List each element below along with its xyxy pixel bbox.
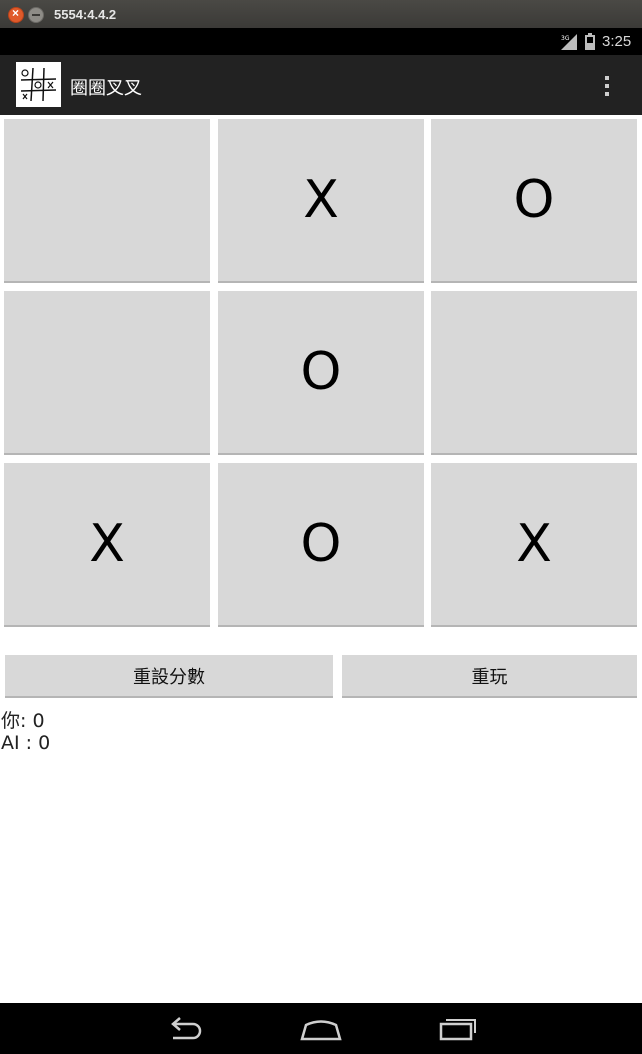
window-minimize-icon[interactable]	[28, 7, 44, 23]
board-cell-9[interactable]: X	[431, 463, 637, 627]
app-title: 圈圈叉叉	[70, 78, 142, 99]
board-cell-8[interactable]: O	[218, 463, 424, 627]
board-cell-7[interactable]: X	[4, 463, 210, 627]
board-cell-3[interactable]: O	[431, 119, 637, 283]
tic-tac-toe-icon[interactable]	[16, 62, 61, 107]
signal-3g-icon: 3G	[561, 34, 577, 50]
board-cell-4[interactable]	[4, 291, 210, 455]
back-icon[interactable]	[165, 1015, 205, 1043]
player-score: 你: 0	[1, 710, 45, 732]
emulator-titlebar: 5554:4.4.2	[0, 0, 642, 28]
window-close-icon[interactable]	[8, 6, 24, 23]
status-bar: 3G 3:25	[0, 28, 642, 55]
replay-button[interactable]: 重玩	[342, 655, 637, 698]
overflow-menu-icon[interactable]	[597, 72, 617, 100]
status-clock: 3:25	[602, 33, 632, 50]
navigation-bar	[0, 1003, 642, 1054]
reset-score-button[interactable]: 重設分數	[5, 655, 333, 698]
board-cell-5[interactable]: O	[218, 291, 424, 455]
board-cell-1[interactable]	[4, 119, 210, 283]
recents-icon[interactable]	[438, 1015, 478, 1043]
board-cell-2[interactable]: X	[218, 119, 424, 283]
battery-icon	[585, 33, 595, 50]
home-icon[interactable]	[300, 1015, 342, 1043]
action-bar: 圈圈叉叉	[0, 55, 642, 115]
board-cell-6[interactable]	[431, 291, 637, 455]
window-title: 5554:4.4.2	[54, 7, 117, 22]
network-type-label: 3G	[561, 35, 570, 42]
ai-score: AI : 0	[1, 732, 51, 754]
game-board: X O O X O X	[4, 119, 638, 629]
